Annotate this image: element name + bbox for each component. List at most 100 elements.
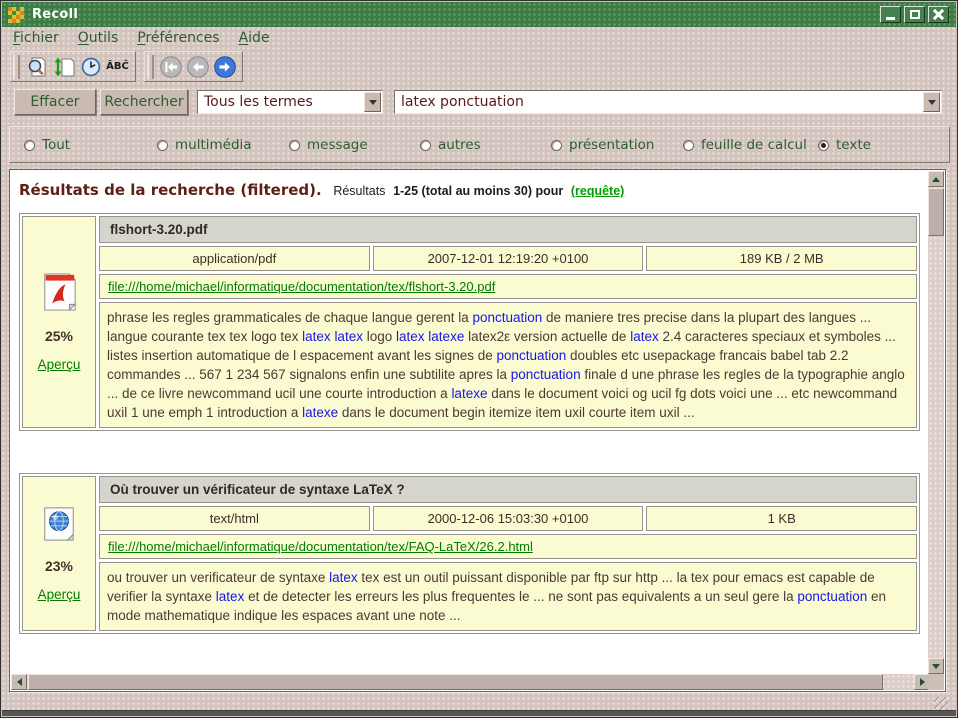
filter-radio-autres[interactable]: autres	[420, 137, 481, 153]
term-explorer-icon[interactable]: ÂBĈ	[104, 53, 131, 80]
next-page-icon[interactable]	[211, 53, 238, 80]
close-button[interactable]	[928, 6, 949, 23]
filter-radio-label: multimédia	[175, 137, 252, 153]
snippet-text: phrase les regles grammaticales de chaqu…	[107, 310, 472, 325]
highlighted-term: latex	[396, 329, 425, 344]
radio-button-icon	[683, 140, 694, 151]
resize-grip[interactable]	[934, 697, 948, 711]
results-count-prefix: Résultats	[333, 184, 385, 198]
result-entry: 23%AperçuOù trouver un vérificateur de s…	[19, 473, 920, 634]
sort-parameters-icon[interactable]	[50, 53, 77, 80]
result-entry: 25% Aperçu flshort-3.20.pdf application/pdf…	[19, 213, 920, 431]
filter-radio-label: message	[307, 137, 368, 153]
result-url-link[interactable]: file:///home/michael/informatique/docume…	[108, 539, 533, 554]
toolbar: ÂBĈ	[2, 50, 243, 83]
highlighted-term: latex	[334, 329, 363, 344]
filter-radio-tout[interactable]: Tout	[24, 137, 70, 153]
recoll-window: Recoll Fichier Outils Préférences Aide	[0, 0, 958, 718]
arrow-left-icon	[17, 678, 22, 686]
radio-button-icon	[818, 140, 829, 151]
result-main: flshort-3.20.pdfapplication/pdf2007-12-0…	[99, 216, 917, 428]
minimize-button[interactable]	[880, 6, 901, 23]
vertical-scrollbar[interactable]	[928, 171, 944, 674]
title-bar[interactable]: Recoll	[2, 2, 956, 27]
toolbar-drag-handle[interactable]	[147, 55, 154, 79]
window-controls	[880, 6, 949, 23]
preview-link[interactable]: Aperçu	[38, 587, 81, 602]
result-url-cell: file:///home/michael/informatique/docume…	[99, 274, 917, 299]
relevance-percent: 25%	[45, 328, 73, 344]
highlighted-term: latex	[329, 570, 358, 585]
result-list: Résultats de la recherche (filtered). Ré…	[11, 171, 928, 674]
highlighted-term: ponctuation	[511, 367, 581, 382]
menu-aide[interactable]: Aide	[239, 30, 270, 46]
result-title: flshort-3.20.pdf	[99, 216, 917, 243]
result-meta-row: text/html2000-12-06 15:03:30 +01001 KB	[99, 506, 917, 531]
result-snippet: phrase les regles grammaticales de chaqu…	[99, 302, 917, 428]
scroll-left-button[interactable]	[11, 674, 27, 690]
new-search-icon[interactable]	[23, 53, 50, 80]
filter-radio-label: Tout	[42, 137, 70, 153]
result-mime-type: application/pdf	[99, 246, 370, 271]
search-mode-value: Tous les termes	[198, 94, 364, 110]
window-bottom-border	[2, 710, 956, 716]
filter-radio-message[interactable]: message	[289, 137, 368, 153]
result-url-link[interactable]: file:///home/michael/informatique/docume…	[108, 279, 495, 294]
scrollbar-corner	[928, 674, 944, 690]
toolbar-drag-handle[interactable]	[13, 55, 20, 79]
filter-radio-feuille-de-calcul[interactable]: feuille de calcul	[683, 137, 807, 153]
search-query-input[interactable]: latex ponctuation	[394, 90, 942, 114]
snippet-text: ou trouver un verificateur de syntaxe	[107, 570, 329, 585]
menu-preferences[interactable]: Préférences	[137, 30, 219, 46]
menu-bar: Fichier Outils Préférences Aide	[2, 27, 956, 49]
snippet-text: latex2ε version actuelle de	[464, 329, 630, 344]
scroll-down-button[interactable]	[928, 658, 944, 674]
html-icon	[41, 506, 77, 545]
highlighted-term: ponctuation	[496, 348, 566, 363]
radio-button-icon	[24, 140, 35, 151]
search-mode-select[interactable]: Tous les termes	[197, 90, 383, 114]
preview-link[interactable]: Aperçu	[38, 357, 81, 372]
result-url-cell: file:///home/michael/informatique/docume…	[99, 534, 917, 559]
snippet-text: et de detecter les erreurs les plus freq…	[244, 589, 797, 604]
filter-radio-multimédia[interactable]: multimédia	[157, 137, 252, 153]
search-query-value[interactable]: latex ponctuation	[395, 94, 923, 110]
result-mime-type: text/html	[99, 506, 370, 531]
vertical-scrollbar-thumb[interactable]	[928, 188, 944, 236]
filter-radio-label: autres	[438, 137, 481, 153]
filter-radio-label: présentation	[569, 137, 654, 153]
minimize-icon	[886, 17, 895, 20]
result-size: 1 KB	[646, 506, 917, 531]
query-details-link[interactable]: (requête)	[571, 184, 624, 198]
radio-button-icon	[551, 140, 562, 151]
clear-button[interactable]: Effacer	[14, 89, 96, 115]
chevron-down-icon[interactable]	[364, 92, 381, 112]
history-icon[interactable]	[77, 53, 104, 80]
radio-button-icon	[289, 140, 300, 151]
prev-page-icon[interactable]	[184, 53, 211, 80]
filter-radio-texte[interactable]: texte	[818, 137, 871, 153]
menu-fichier[interactable]: Fichier	[13, 30, 59, 46]
menu-outils[interactable]: Outils	[78, 30, 118, 46]
horizontal-scrollbar[interactable]	[11, 674, 930, 690]
result-title: Où trouver un vérificateur de syntaxe La…	[99, 476, 917, 503]
maximize-button[interactable]	[904, 6, 925, 23]
filter-radio-présentation[interactable]: présentation	[551, 137, 654, 153]
radio-button-icon	[157, 140, 168, 151]
result-date: 2000-12-06 15:03:30 +0100	[373, 506, 644, 531]
highlighted-term: latex	[216, 589, 245, 604]
radio-button-icon	[420, 140, 431, 151]
first-page-icon[interactable]	[157, 53, 184, 80]
toolbar-group-nav	[144, 51, 243, 82]
result-size: 189 KB / 2 MB	[646, 246, 917, 271]
app-icon	[8, 7, 24, 23]
results-header: Résultats de la recherche (filtered). Ré…	[19, 181, 928, 199]
scroll-up-button[interactable]	[928, 171, 944, 187]
horizontal-scrollbar-thumb[interactable]	[28, 674, 883, 690]
highlighted-term: latexe	[428, 329, 464, 344]
search-button[interactable]: Rechercher	[100, 89, 188, 115]
pdf-icon	[40, 272, 78, 315]
chevron-down-icon[interactable]	[923, 92, 940, 112]
maximize-icon	[910, 10, 920, 19]
highlighted-term: latex	[630, 329, 659, 344]
